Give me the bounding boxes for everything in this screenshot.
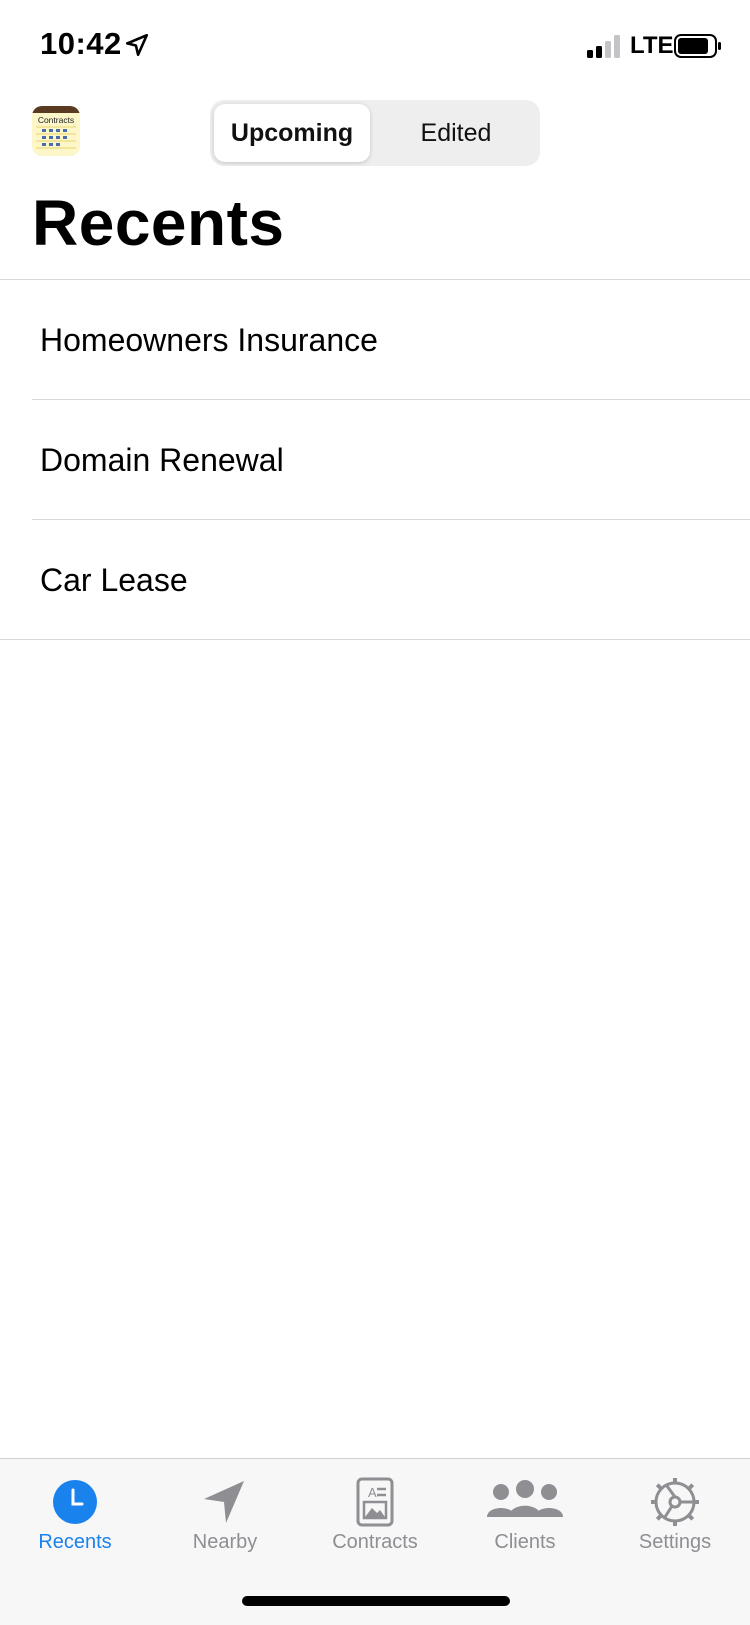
tab-settings[interactable]: Settings — [600, 1459, 750, 1579]
tab-recents[interactable]: Recents — [0, 1459, 150, 1579]
contract-document-icon: A — [356, 1477, 394, 1527]
recents-filter-segmented-control: Upcoming Edited — [210, 100, 540, 166]
list-item-homeowners-insurance[interactable]: Homeowners Insurance — [0, 280, 750, 400]
tab-contracts[interactable]: A Contracts — [300, 1459, 450, 1579]
contracts-app-icon[interactable]: Contracts — [32, 106, 80, 156]
list-item-domain-renewal[interactable]: Domain Renewal — [0, 400, 750, 520]
location-arrow-icon — [204, 1481, 244, 1523]
tab-label: Nearby — [192, 1531, 258, 1553]
list-item-label: Domain Renewal — [40, 442, 284, 478]
segment-edited[interactable]: Edited — [378, 104, 534, 162]
list-item-label: Car Lease — [40, 562, 188, 598]
tab-label: Clients — [494, 1531, 556, 1553]
segment-upcoming[interactable]: Upcoming — [214, 104, 370, 162]
tab-clients[interactable]: Clients — [450, 1459, 600, 1579]
cellular-signal-icon — [587, 35, 620, 58]
battery-icon — [674, 34, 721, 58]
people-icon — [487, 1480, 563, 1517]
recents-list: Homeowners Insurance Domain Renewal Car … — [0, 279, 750, 640]
location-arrow-icon — [125, 33, 149, 57]
app-icon-label: Contracts — [38, 115, 74, 125]
svg-text:A: A — [368, 1485, 377, 1500]
tab-label: Recents — [38, 1531, 112, 1553]
page-title: Recents — [32, 187, 285, 259]
list-item-car-lease[interactable]: Car Lease — [0, 520, 750, 640]
gear-icon — [651, 1478, 699, 1526]
network-type: LTE — [630, 32, 674, 59]
tab-label: Settings — [638, 1531, 712, 1553]
status-time: 10:42 — [40, 26, 122, 61]
clock-icon — [53, 1480, 97, 1524]
status-bar: 10:42 LTE — [0, 0, 750, 92]
row-divider — [0, 639, 750, 640]
list-item-label: Homeowners Insurance — [40, 322, 378, 358]
home-indicator[interactable] — [242, 1596, 510, 1606]
tab-nearby[interactable]: Nearby — [150, 1459, 300, 1579]
tab-label: Contracts — [332, 1531, 418, 1553]
